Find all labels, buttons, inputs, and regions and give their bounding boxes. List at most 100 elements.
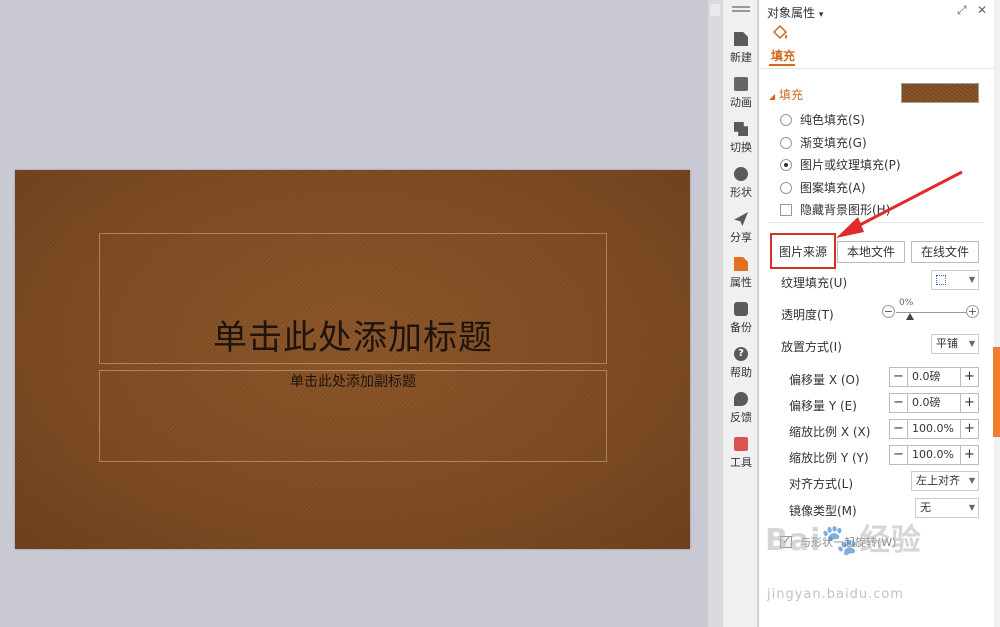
new-doc-icon bbox=[734, 32, 748, 46]
sidebar-item-backup[interactable]: 备份 bbox=[723, 302, 759, 335]
align-dropdown[interactable]: 左上对齐 ▼ bbox=[911, 471, 979, 491]
sidebar-item-label: 备份 bbox=[730, 321, 752, 334]
scale-y-input[interactable]: 100.0% bbox=[908, 446, 960, 464]
scale-x-label: 缩放比例 X (X) bbox=[789, 425, 871, 439]
fill-option-solid[interactable]: 纯色填充(S) bbox=[780, 111, 865, 128]
fill-option-label: 渐变填充(G) bbox=[800, 136, 867, 150]
decrease-button[interactable]: − bbox=[890, 394, 908, 412]
sidebar-item-label: 动画 bbox=[730, 96, 752, 109]
fill-texture-preview bbox=[901, 83, 979, 103]
mirror-value: 无 bbox=[920, 501, 931, 514]
transparency-increase-button[interactable]: + bbox=[966, 305, 979, 318]
sidebar-item-tools[interactable]: 工具 bbox=[723, 437, 759, 470]
fill-section-label: 填充 bbox=[778, 88, 803, 102]
scale-x-input[interactable]: 100.0% bbox=[908, 420, 960, 438]
panel-title-text: 对象属性 bbox=[767, 6, 816, 20]
subtitle-placeholder-text: 单击此处添加副标题 bbox=[290, 374, 416, 390]
canvas-scrollbar-thumb[interactable] bbox=[710, 4, 720, 16]
slide-canvas: 单击此处添加标题 单击此处添加副标题 bbox=[0, 0, 720, 627]
sidebar-item-properties[interactable]: 属性 bbox=[723, 257, 759, 290]
side-toolbar: 新建 动画 切换 形状 分享 属性 备份 ? 帮助 反馈 工具 bbox=[722, 0, 758, 627]
panel-scrollbar[interactable] bbox=[994, 0, 1000, 627]
properties-icon bbox=[734, 257, 748, 271]
increase-button[interactable]: + bbox=[960, 368, 978, 386]
share-icon bbox=[734, 212, 748, 226]
highlight-box bbox=[770, 233, 836, 269]
radio-button[interactable] bbox=[780, 113, 792, 126]
fill-section-header[interactable]: ◢ 填充 bbox=[769, 86, 803, 103]
offset-x-input[interactable]: 0.0磅 bbox=[908, 368, 960, 386]
baidu-jingyan-watermark: Bai🐾经验 jingyan.baidu.com bbox=[765, 515, 950, 625]
restore-icon[interactable]: ⤢ bbox=[957, 3, 967, 18]
sidebar-item-label: 切换 bbox=[730, 141, 752, 154]
sidebar-item-label: 分享 bbox=[730, 231, 752, 244]
placement-dropdown[interactable]: 平铺 ▼ bbox=[931, 334, 979, 354]
texture-grid-icon bbox=[936, 275, 946, 285]
sidebar-item-share[interactable]: 分享 bbox=[723, 212, 759, 245]
tab-fill-underline bbox=[769, 64, 795, 66]
watermark-url: jingyan.baidu.com bbox=[767, 587, 904, 602]
texture-fill-label: 纹理填充(U) bbox=[781, 276, 848, 290]
fill-option-label: 纯色填充(S) bbox=[800, 113, 865, 127]
hide-background-checkbox[interactable]: 隐藏背景图形(H) bbox=[780, 201, 890, 218]
radio-button[interactable] bbox=[780, 158, 792, 171]
increase-button[interactable]: + bbox=[960, 446, 978, 464]
local-file-button[interactable]: 本地文件 bbox=[837, 241, 905, 263]
collapse-triangle-icon: ◢ bbox=[769, 92, 776, 101]
transparency-decrease-button[interactable]: − bbox=[882, 305, 895, 318]
offset-y-input[interactable]: 0.0磅 bbox=[908, 394, 960, 412]
offset-y-stepper[interactable]: − 0.0磅 + bbox=[889, 393, 979, 413]
transparency-slider-thumb[interactable] bbox=[906, 313, 914, 320]
chevron-down-icon: ▾ bbox=[818, 10, 824, 20]
canvas-scrollbar[interactable] bbox=[708, 0, 722, 627]
sidebar-item-help[interactable]: ? 帮助 bbox=[723, 347, 759, 380]
close-icon[interactable]: ✕ bbox=[977, 3, 987, 17]
panel-collapse-tab[interactable] bbox=[993, 347, 1000, 437]
align-value: 左上对齐 bbox=[916, 474, 960, 487]
tools-icon bbox=[734, 437, 748, 451]
decrease-button[interactable]: − bbox=[890, 420, 908, 438]
radio-button[interactable] bbox=[780, 181, 792, 194]
offset-x-label: 偏移量 X (O) bbox=[789, 373, 860, 387]
watermark-logo: Bai🐾经验 bbox=[765, 523, 922, 558]
fill-option-picture-texture[interactable]: 图片或纹理填充(P) bbox=[780, 156, 901, 173]
fill-option-pattern[interactable]: 图案填充(A) bbox=[780, 179, 866, 196]
scale-y-stepper[interactable]: − 100.0% + bbox=[889, 445, 979, 465]
increase-button[interactable]: + bbox=[960, 394, 978, 412]
feedback-icon bbox=[734, 392, 748, 406]
sidebar-item-label: 新建 bbox=[730, 51, 752, 64]
menu-icon[interactable] bbox=[732, 6, 750, 16]
offset-y-label: 偏移量 Y (E) bbox=[789, 399, 857, 413]
animation-icon bbox=[734, 77, 748, 91]
sidebar-item-animation[interactable]: 动画 bbox=[723, 77, 759, 110]
chevron-down-icon: ▼ bbox=[968, 476, 975, 485]
subtitle-placeholder[interactable]: 单击此处添加副标题 bbox=[99, 370, 607, 462]
online-file-button[interactable]: 在线文件 bbox=[911, 241, 979, 263]
radio-button[interactable] bbox=[780, 136, 792, 149]
help-icon: ? bbox=[734, 347, 748, 361]
checkbox[interactable] bbox=[780, 203, 792, 216]
fill-option-gradient[interactable]: 渐变填充(G) bbox=[780, 134, 867, 151]
sidebar-item-transition[interactable]: 切换 bbox=[723, 122, 759, 155]
chevron-down-icon: ▼ bbox=[968, 275, 975, 284]
decrease-button[interactable]: − bbox=[890, 368, 908, 386]
tab-fill[interactable]: 填充 bbox=[771, 47, 795, 64]
panel-title[interactable]: 对象属性 ▾ bbox=[767, 4, 823, 21]
increase-button[interactable]: + bbox=[960, 420, 978, 438]
title-placeholder[interactable]: 单击此处添加标题 bbox=[99, 233, 607, 364]
sidebar-item-feedback[interactable]: 反馈 bbox=[723, 392, 759, 425]
align-label: 对齐方式(L) bbox=[789, 477, 854, 491]
checkbox-label: 隐藏背景图形(H) bbox=[800, 203, 891, 217]
offset-x-stepper[interactable]: − 0.0磅 + bbox=[889, 367, 979, 387]
scale-x-stepper[interactable]: − 100.0% + bbox=[889, 419, 979, 439]
slide[interactable]: 单击此处添加标题 单击此处添加副标题 bbox=[15, 170, 690, 549]
decrease-button[interactable]: − bbox=[890, 446, 908, 464]
title-placeholder-text: 单击此处添加标题 bbox=[213, 318, 493, 358]
sidebar-item-label: 帮助 bbox=[730, 366, 752, 379]
texture-fill-dropdown[interactable]: ▼ bbox=[931, 270, 979, 290]
sidebar-item-shape[interactable]: 形状 bbox=[723, 167, 759, 200]
sidebar-item-new[interactable]: 新建 bbox=[723, 32, 759, 65]
panel-divider bbox=[759, 68, 994, 69]
paint-bucket-icon[interactable] bbox=[771, 24, 789, 42]
transition-icon bbox=[734, 122, 748, 136]
